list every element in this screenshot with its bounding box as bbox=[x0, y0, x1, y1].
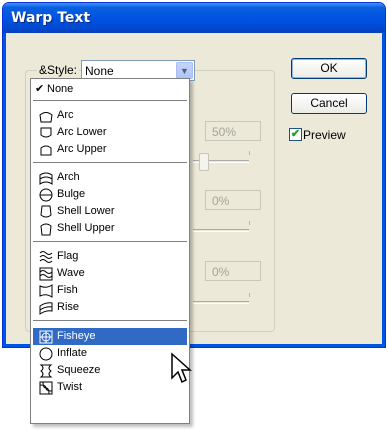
preview-checkbox[interactable]: ✔ bbox=[289, 128, 302, 141]
menu-item-fish[interactable]: Fish bbox=[33, 282, 187, 299]
wave-icon bbox=[39, 267, 53, 281]
menu-separator bbox=[33, 320, 187, 322]
bulge-icon bbox=[39, 188, 53, 202]
menu-item-inflate[interactable]: Inflate bbox=[33, 345, 187, 362]
bend-slider-thumb bbox=[199, 153, 209, 171]
menu-separator bbox=[33, 100, 187, 102]
checkmark-icon: ✔ bbox=[35, 83, 45, 95]
style-label: &Style: bbox=[37, 63, 80, 77]
menu-item-bulge[interactable]: Bulge bbox=[33, 186, 187, 203]
menu-item-label: Shell Upper bbox=[57, 222, 115, 234]
preview-label: Preview bbox=[303, 128, 346, 142]
vertical-tick bbox=[249, 293, 250, 297]
menu-item-arc[interactable]: Arc bbox=[33, 107, 187, 124]
menu-item-rise[interactable]: Rise bbox=[33, 299, 187, 316]
menu-item-shell-lower[interactable]: Shell Lower bbox=[33, 203, 187, 220]
menu-item-label: Rise bbox=[57, 301, 80, 313]
menu-item-label: Arch bbox=[57, 171, 80, 183]
menu-item-twist[interactable]: Twist bbox=[33, 379, 187, 396]
menu-item-fisheye[interactable]: Fisheye bbox=[33, 328, 187, 345]
menu-item-none[interactable]: ✔ None bbox=[33, 81, 187, 98]
menu-item-shell-upper[interactable]: Shell Upper bbox=[33, 220, 187, 237]
bend-tick bbox=[249, 151, 250, 155]
horizontal-distortion-field: 0% bbox=[205, 190, 261, 210]
menu-item-label: Shell Lower bbox=[57, 205, 115, 217]
chevron-down-icon[interactable]: ▼ bbox=[176, 62, 193, 79]
twist-icon bbox=[39, 381, 53, 395]
menu-item-label: Arc bbox=[57, 109, 74, 121]
menu-item-label: Wave bbox=[57, 267, 85, 279]
arch-icon bbox=[39, 172, 53, 185]
menu-item-label: None bbox=[47, 83, 74, 95]
inflate-icon bbox=[39, 347, 53, 361]
menu-item-label: Twist bbox=[57, 381, 83, 393]
menu-item-arch[interactable]: Arch bbox=[33, 169, 187, 186]
ok-button[interactable]: OK bbox=[291, 58, 367, 79]
arc-icon bbox=[39, 112, 53, 123]
flag-icon bbox=[39, 251, 53, 263]
style-dropdown-value: None bbox=[85, 64, 114, 78]
menu-separator bbox=[33, 241, 187, 243]
style-dropdown-menu: ✔ None Arc Arc Lower Arc Upper Arch Bulg… bbox=[30, 78, 190, 424]
menu-item-label: Arc Lower bbox=[57, 126, 107, 138]
menu-item-label: Flag bbox=[57, 250, 79, 262]
shell-upper-icon bbox=[40, 223, 52, 236]
menu-separator bbox=[33, 162, 187, 164]
squeeze-icon bbox=[39, 364, 53, 378]
menu-item-label: Inflate bbox=[57, 347, 87, 359]
horizontal-tick bbox=[249, 221, 250, 225]
arc-lower-icon bbox=[40, 127, 52, 138]
shell-lower-icon bbox=[40, 205, 52, 218]
dialog-title: Warp Text bbox=[3, 3, 385, 33]
cancel-button[interactable]: Cancel bbox=[291, 93, 367, 114]
menu-item-label: Fisheye bbox=[57, 330, 96, 342]
arc-upper-icon bbox=[40, 145, 52, 156]
rise-icon bbox=[39, 302, 53, 315]
menu-item-label: Bulge bbox=[57, 188, 86, 200]
menu-item-label: Squeeze bbox=[57, 364, 101, 376]
fish-icon bbox=[39, 284, 53, 298]
menu-item-label: Fish bbox=[57, 284, 78, 296]
menu-item-squeeze[interactable]: Squeeze bbox=[33, 362, 187, 379]
vertical-distortion-field: 0% bbox=[205, 261, 261, 281]
vertical-slider bbox=[193, 301, 249, 304]
mouse-pointer-icon bbox=[171, 352, 192, 384]
menu-item-arc-upper[interactable]: Arc Upper bbox=[33, 141, 187, 158]
menu-item-label: Arc Upper bbox=[57, 143, 107, 155]
horizontal-slider bbox=[193, 229, 249, 232]
bend-field: 50% bbox=[205, 121, 261, 141]
menu-item-wave[interactable]: Wave bbox=[33, 265, 187, 282]
fisheye-icon bbox=[39, 330, 53, 344]
menu-item-flag[interactable]: Flag bbox=[33, 248, 187, 265]
menu-item-arc-lower[interactable]: Arc Lower bbox=[33, 124, 187, 141]
